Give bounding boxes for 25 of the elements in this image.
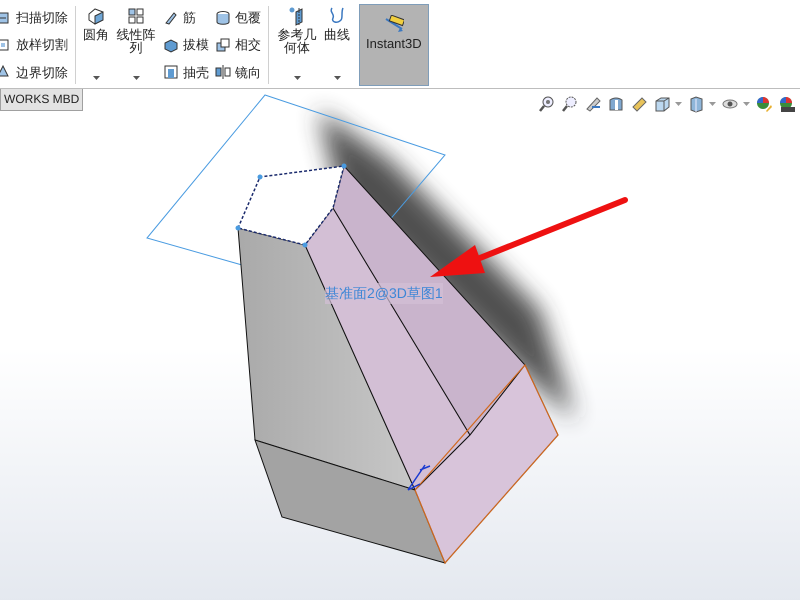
ribbon-command[interactable]: 扫描切除 [0, 6, 68, 30]
ribbon-command[interactable]: 放样切割 [0, 32, 68, 57]
ribbon-button[interactable]: 曲线 [321, 4, 353, 86]
scene-icon [778, 95, 796, 113]
color-ball-icon [755, 95, 773, 113]
caret-icon[interactable] [132, 76, 140, 80]
caret-icon[interactable] [294, 76, 300, 80]
caret-icon[interactable] [92, 76, 100, 80]
ribbon-command[interactable]: 抽壳 [163, 60, 209, 84]
mbd-tab[interactable]: WORKS MBD [0, 89, 84, 111]
ribbon-command[interactable]: 边界切除 [0, 60, 68, 84]
ribbon-button[interactable]: Instant3D [359, 4, 429, 86]
cube-icon [653, 95, 671, 113]
ribbon-command[interactable]: 镜向 [215, 60, 261, 84]
ribbon-command[interactable]: 拔模 [163, 32, 209, 57]
sketch-label: 基准面2@3D草图1 [325, 283, 443, 304]
zoom-fit-icon [538, 95, 556, 113]
ribbon-command[interactable]: 包覆 [215, 6, 261, 30]
caret-icon[interactable] [334, 76, 340, 80]
ribbon-button[interactable]: 参考几何体 [273, 4, 321, 86]
ribbon-button[interactable]: 线性阵列 [112, 4, 160, 86]
ribbon-command[interactable]: 相交 [215, 32, 261, 57]
ribbon-command[interactable]: 筋 [163, 6, 209, 30]
ribbon-button[interactable]: 圆角 [80, 4, 112, 86]
zoom-area-icon [561, 95, 579, 113]
